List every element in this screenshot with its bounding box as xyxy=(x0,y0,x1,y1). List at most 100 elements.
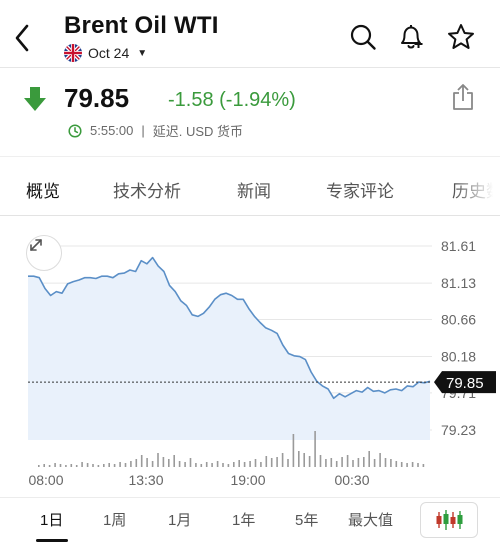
volume-bar xyxy=(314,431,316,467)
back-chevron-icon xyxy=(15,24,29,52)
candlestick-icon xyxy=(436,510,463,530)
x-tick-label: 19:00 xyxy=(230,472,265,488)
period-selector: 1日 1周 1月 1年 5年 最大值 xyxy=(0,497,500,543)
x-tick-label: 13:30 xyxy=(128,472,163,488)
volume-bar xyxy=(48,465,51,467)
chart-canvas: 81.6181.1380.6680.1879.7179.2379.8508:00… xyxy=(28,238,496,488)
volume-bar xyxy=(189,458,192,467)
volume-bar xyxy=(140,455,143,467)
volume-bar xyxy=(211,463,213,467)
volume-bar xyxy=(330,458,333,467)
volume-bar xyxy=(400,462,403,467)
volume-bar xyxy=(146,458,148,467)
current-price-label: 79.85 xyxy=(446,375,484,392)
volume-bar xyxy=(103,464,105,467)
volume-bar xyxy=(162,457,165,467)
down-arrow-icon xyxy=(24,87,46,111)
volume-bar xyxy=(119,462,121,467)
volume-bar xyxy=(59,464,62,467)
volume-bar xyxy=(384,458,387,467)
x-tick-label: 00:30 xyxy=(334,472,369,488)
volume-bar xyxy=(270,458,273,467)
volume-bar xyxy=(357,458,360,467)
volume-bar xyxy=(260,462,262,467)
active-period-underline xyxy=(36,539,68,542)
clock-icon xyxy=(68,123,82,138)
period-1d[interactable]: 1日 xyxy=(40,509,63,530)
volume-bar xyxy=(108,463,110,467)
volume-bar xyxy=(379,453,381,467)
price-chart[interactable]: 81.6181.1380.6680.1879.7179.2379.8508:00… xyxy=(0,217,500,497)
volume-bar xyxy=(422,464,425,467)
volume-bar xyxy=(319,455,322,467)
instrument-title: Brent Oil WTI xyxy=(64,12,219,39)
volume-bar xyxy=(227,464,230,467)
last-price: 79.85 xyxy=(64,83,130,113)
volume-bar xyxy=(243,462,246,467)
bell-plus-icon xyxy=(401,25,423,49)
volume-bar xyxy=(124,463,127,467)
search-button[interactable] xyxy=(348,22,378,52)
share-button[interactable] xyxy=(448,81,478,113)
volume-bar xyxy=(249,461,251,467)
caret-down-icon: ▼ xyxy=(137,47,148,59)
volume-bar xyxy=(113,464,116,467)
tab-technical[interactable]: 技术分析 xyxy=(113,177,181,202)
app-header: Brent Oil WTI Oct 24 ▼ xyxy=(0,0,500,68)
tab-news[interactable]: 新闻 xyxy=(237,177,271,202)
volume-bar xyxy=(38,465,40,467)
volume-bar xyxy=(276,457,278,467)
volume-bar xyxy=(233,462,235,467)
volume-bar xyxy=(308,456,311,467)
back-button[interactable] xyxy=(8,20,36,56)
volume-bar xyxy=(65,465,67,467)
volume-bar xyxy=(54,463,56,467)
period-max[interactable]: 最大值 xyxy=(348,509,393,530)
contract-selector[interactable]: Oct 24 ▼ xyxy=(64,44,147,62)
quote-status-text: 延迟. USD 货币 xyxy=(152,124,244,139)
volume-bar xyxy=(178,461,181,467)
candlestick-toggle-button[interactable] xyxy=(420,502,478,538)
volume-bar xyxy=(75,465,78,467)
tab-history[interactable]: 历史数 xyxy=(452,177,500,202)
period-5y[interactable]: 5年 xyxy=(295,509,318,530)
volume-bar xyxy=(200,464,203,467)
volume-bar xyxy=(281,453,284,467)
volume-bar xyxy=(265,456,268,467)
y-tick-label: 81.13 xyxy=(441,275,476,291)
volume-bar xyxy=(406,463,408,467)
expand-chart-button[interactable] xyxy=(26,235,62,271)
volume-bar xyxy=(157,453,159,467)
favorite-button[interactable] xyxy=(446,22,476,52)
uk-flag-icon xyxy=(64,44,82,62)
volume-bar xyxy=(411,462,414,467)
volume-bar xyxy=(216,461,219,467)
volume-bar xyxy=(43,464,45,467)
volume-bar xyxy=(363,457,365,467)
expand-icon xyxy=(30,239,42,251)
tab-analysis[interactable]: 专家评论 xyxy=(326,177,394,202)
period-1m[interactable]: 1月 xyxy=(168,509,191,530)
period-1w[interactable]: 1周 xyxy=(103,509,126,530)
volume-bar xyxy=(373,459,376,467)
volume-bar xyxy=(222,463,224,467)
volume-bar xyxy=(168,459,170,467)
tab-overview[interactable]: 概览 xyxy=(26,177,60,202)
volume-bar xyxy=(130,461,132,467)
quote-status: 5:55:00 | 延迟. USD 货币 xyxy=(68,121,243,140)
alert-button[interactable] xyxy=(396,22,426,52)
price-area-fill xyxy=(28,257,430,441)
section-tabs: 概览 技术分析 新闻 专家评论 历史数 xyxy=(0,156,500,216)
volume-bar xyxy=(92,464,94,467)
period-1y[interactable]: 1年 xyxy=(232,509,255,530)
volume-bar xyxy=(325,459,327,467)
volume-bar xyxy=(86,463,89,467)
separator: | xyxy=(141,123,145,138)
volume-bar xyxy=(97,465,100,467)
volume-bar xyxy=(81,462,83,467)
volume-bar xyxy=(368,451,370,467)
volume-bar xyxy=(341,457,343,467)
volume-bar xyxy=(417,463,419,467)
y-tick-label: 81.61 xyxy=(441,238,476,254)
volume-bar xyxy=(70,464,73,467)
